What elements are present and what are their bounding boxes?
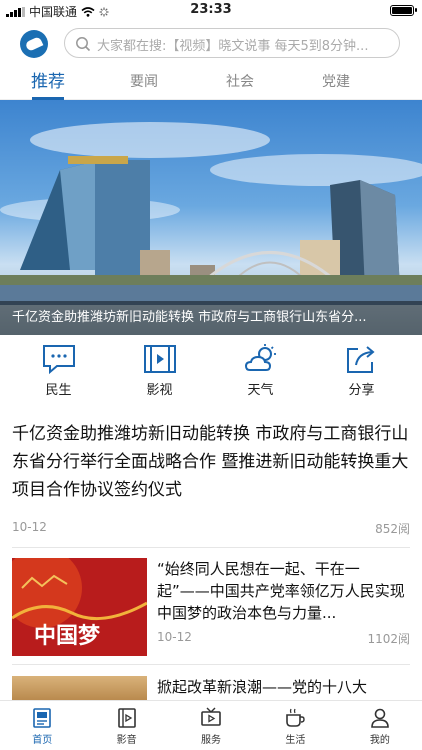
banner-caption: 千亿资金助推潍坊新旧动能转换 市政府与工商银行山东省分... [0, 301, 422, 335]
nav-media-label: 影音 [116, 735, 137, 746]
app-logo[interactable] [20, 30, 48, 58]
nav-life-label: 生活 [285, 735, 306, 746]
featured-article-title: 千亿资金助推潍坊新旧动能转换 市政府与工商银行山东省分行举行全面战略合作 暨推进… [12, 424, 409, 500]
article-reads: 1102阅 [367, 632, 410, 646]
featured-banner[interactable]: 千亿资金助推潍坊新旧动能转换 市政府与工商银行山东省分... [0, 100, 422, 335]
featured-article[interactable]: 千亿资金助推潍坊新旧动能转换 市政府与工商银行山东省分行举行全面战略合作 暨推进… [12, 420, 410, 548]
nav-profile-label: 我的 [369, 735, 390, 746]
quick-share[interactable]: 分享 [311, 335, 412, 415]
user-icon [371, 708, 389, 728]
film-icon [143, 345, 176, 373]
search-placeholder: 大家都在搜:【视频】晓文说事 每天5到8分钟... [97, 39, 369, 54]
tab-news[interactable]: 要闻 [96, 66, 192, 99]
category-tabs: 推荐 要闻 社会 党建 [0, 66, 422, 100]
bottom-nav: 首页 影音 服务 生活 我的 [0, 700, 422, 750]
status-bar: 中国联通 23:33 [0, 0, 422, 22]
search-icon [76, 37, 91, 52]
search-input[interactable]: 大家都在搜:【视频】晓文说事 每天5到8分钟... [64, 28, 400, 58]
article-date: 10-12 [12, 520, 47, 534]
quick-entries: 民生 影视 天气 分享 [0, 335, 422, 415]
nav-home[interactable]: 首页 [0, 701, 84, 750]
nav-service[interactable]: 服务 [169, 701, 253, 750]
weather-icon [244, 344, 276, 371]
article-meta: 10-12 1102阅 [157, 630, 410, 647]
list-item[interactable]: 掀起改革新浪潮——党的十八大 [12, 676, 410, 700]
chat-icon [42, 345, 75, 375]
article-date: 10-12 [157, 630, 192, 644]
status-time: 23:33 [190, 2, 232, 17]
article-reads: 852阅 [375, 522, 410, 536]
article-title: “始终同人民想在一起、干在一起”——中国共产党率领亿万人民实现中国梦的政治本色与… [157, 560, 405, 622]
quick-share-label: 分享 [348, 383, 375, 398]
article-body: 掀起改革新浪潮——党的十八大 [157, 676, 410, 700]
article-thumbnail [12, 676, 147, 700]
nav-life[interactable]: 生活 [253, 701, 337, 750]
article-body: “始终同人民想在一起、干在一起”——中国共产党率领亿万人民实现中国梦的政治本色与… [157, 558, 410, 647]
divider [12, 664, 410, 665]
quick-film[interactable]: 影视 [109, 335, 210, 415]
media-icon [117, 708, 136, 728]
article-title: 掀起改革新浪潮——党的十八大 [157, 678, 368, 696]
city-skyline-image [0, 122, 422, 305]
thumbnail-text: 中国梦 [34, 623, 101, 649]
tv-icon [201, 707, 221, 726]
coffee-icon [286, 708, 306, 727]
nav-profile[interactable]: 我的 [338, 701, 422, 750]
battery-icon [390, 5, 417, 16]
search-header: 大家都在搜:【视频】晓文说事 每天5到8分钟... [0, 24, 422, 64]
tab-recommend[interactable]: 推荐 [0, 66, 96, 100]
home-icon [33, 708, 52, 728]
chinese-dream-image: 中国梦 [12, 558, 147, 656]
quick-livelihood[interactable]: 民生 [8, 335, 109, 415]
quick-weather[interactable]: 天气 [210, 335, 311, 415]
article-thumbnail: 中国梦 [12, 558, 147, 656]
quick-film-label: 影视 [146, 383, 173, 398]
quick-livelihood-label: 民生 [45, 383, 72, 398]
nav-home-label: 首页 [32, 735, 53, 746]
tab-party[interactable]: 党建 [288, 66, 384, 99]
nav-service-label: 服务 [201, 735, 222, 746]
tab-society[interactable]: 社会 [192, 66, 288, 99]
featured-article-meta: 10-12 852阅 [12, 520, 410, 548]
list-item[interactable]: 中国梦 “始终同人民想在一起、干在一起”——中国共产党率领亿万人民实现中国梦的政… [12, 558, 410, 668]
share-icon [346, 346, 375, 373]
quick-weather-label: 天气 [247, 383, 274, 398]
nav-media[interactable]: 影音 [84, 701, 168, 750]
